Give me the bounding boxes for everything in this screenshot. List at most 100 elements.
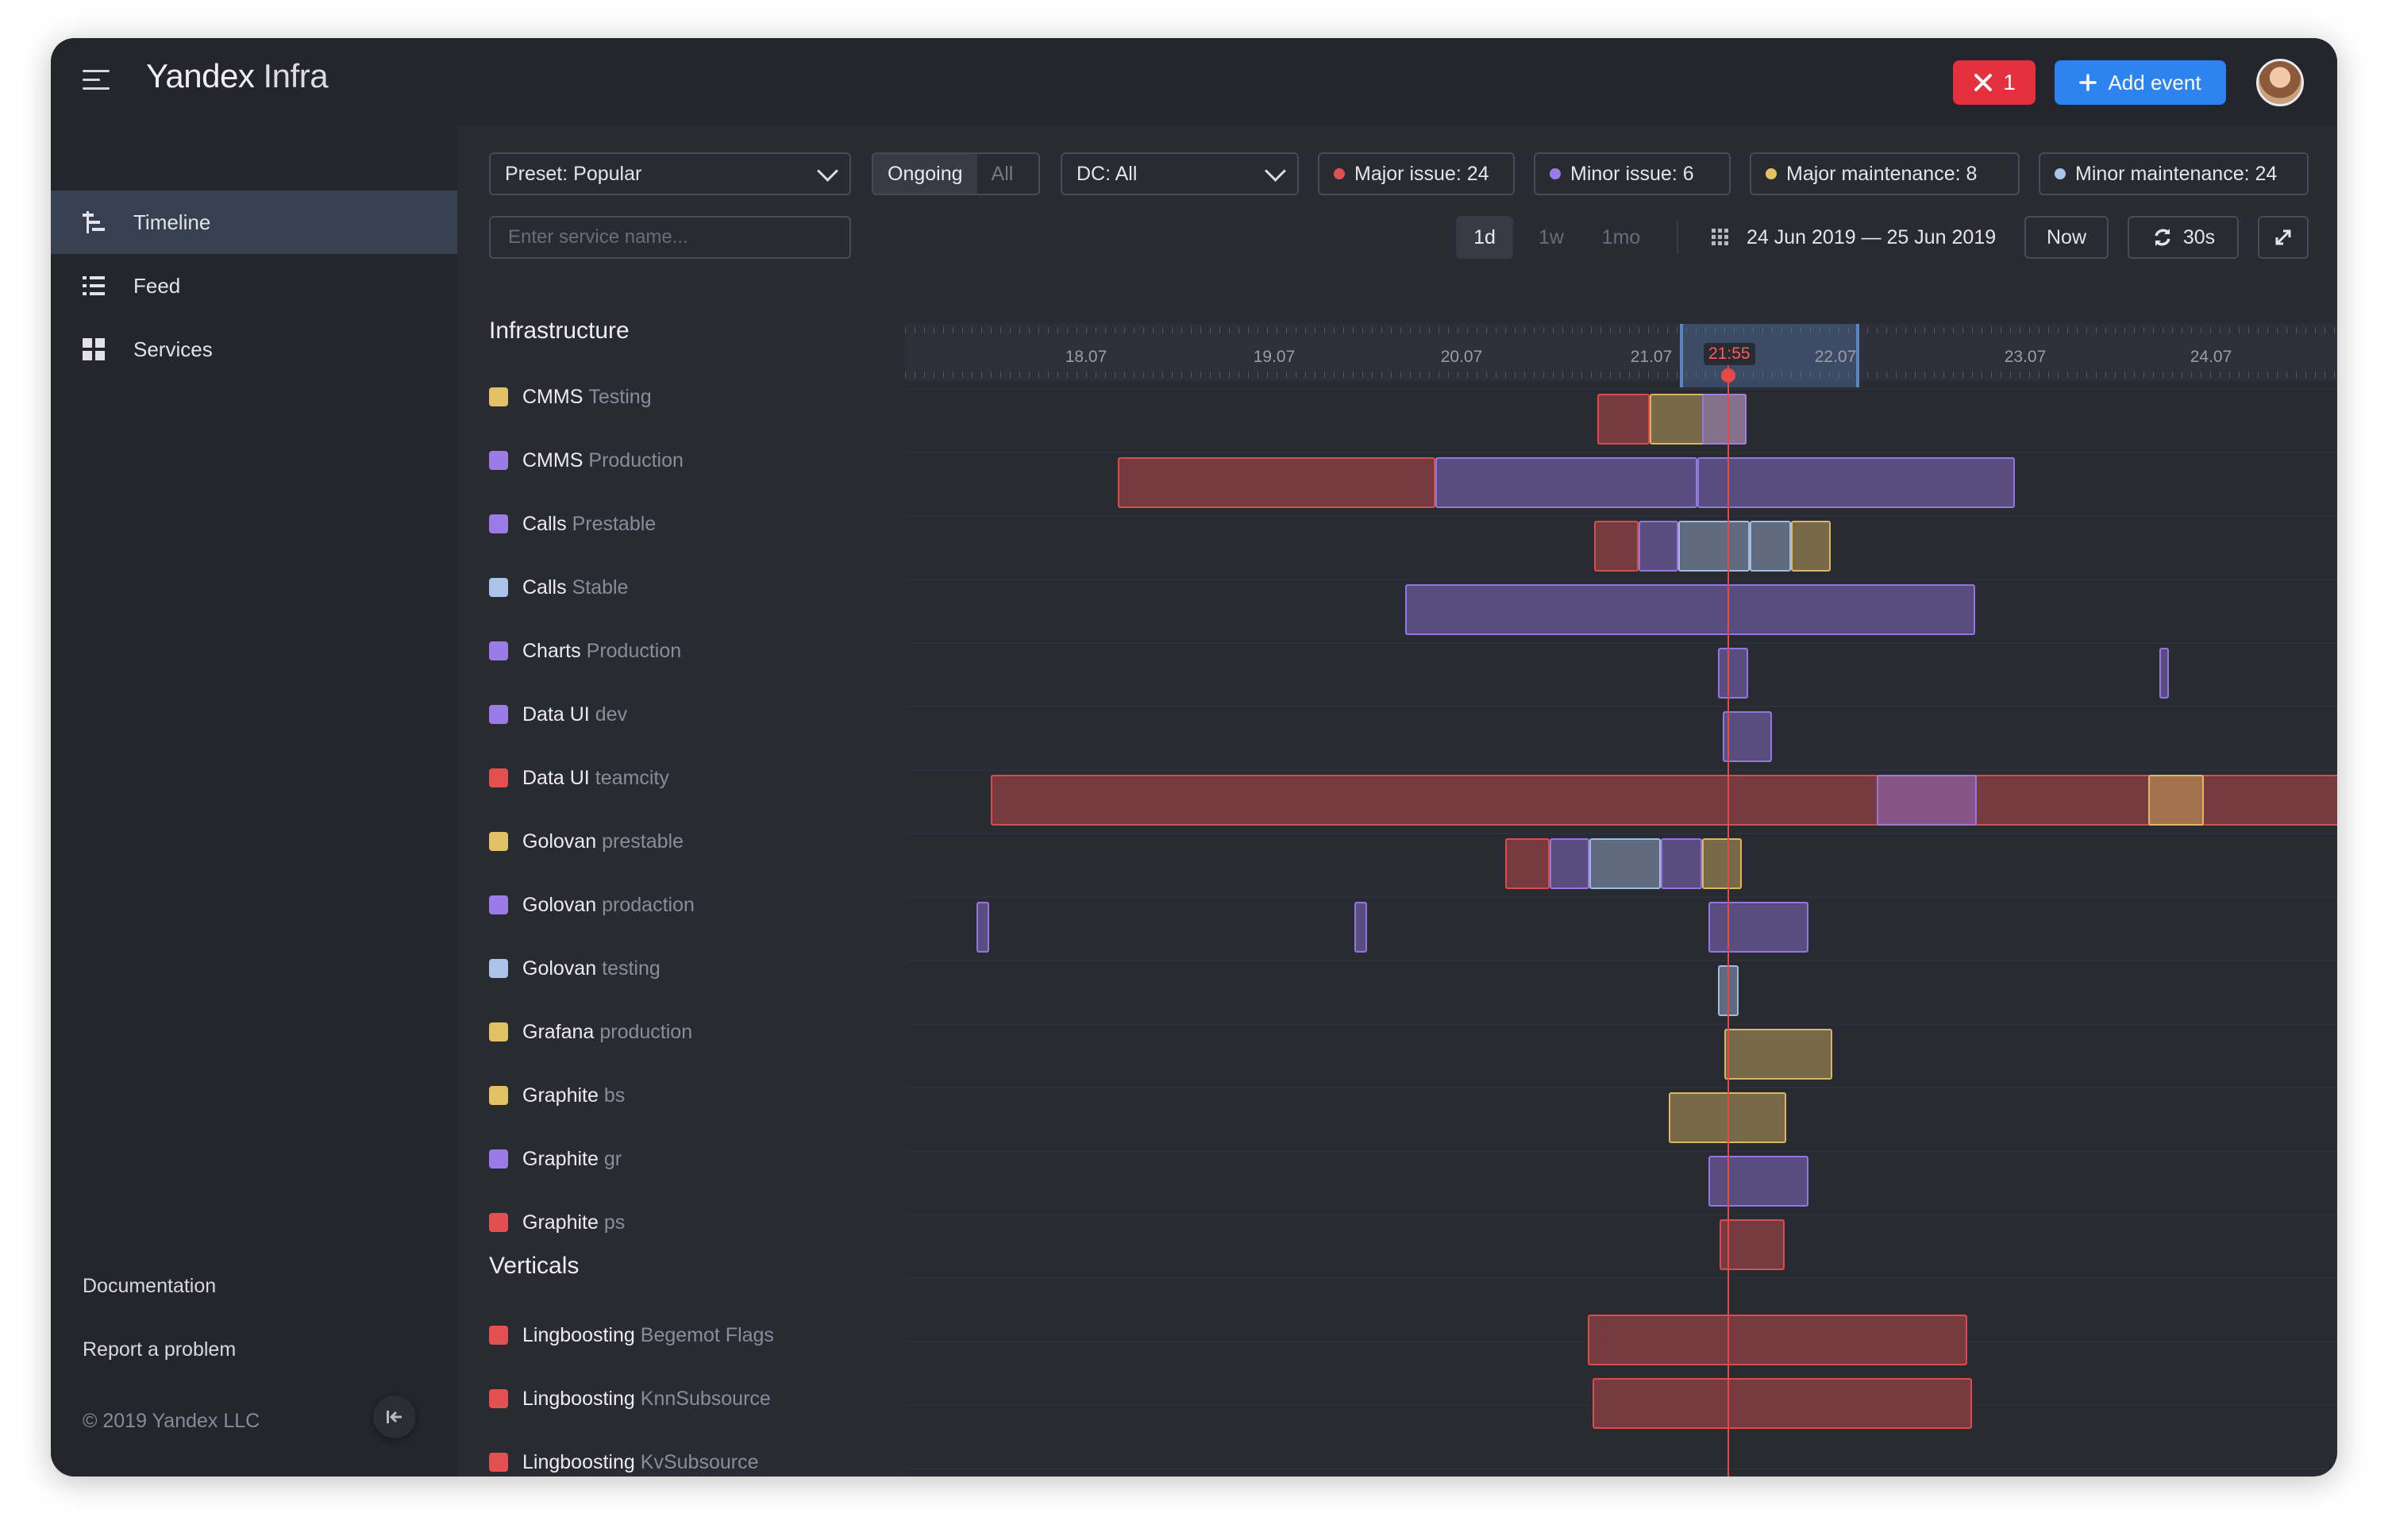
ruler-tick: [2277, 327, 2278, 333]
all-option[interactable]: All: [977, 154, 1028, 194]
event-bar-minor-maintenance[interactable]: [1678, 521, 1750, 572]
date-range-picker[interactable]: 24 Jun 2019 — 25 Jun 2019: [1710, 216, 1996, 259]
event-bar-major-issue[interactable]: [991, 775, 2337, 826]
scale-1d-button[interactable]: 1d: [1456, 216, 1513, 259]
event-bar-minor-issue[interactable]: [1639, 521, 1678, 572]
major-maintenance-filter[interactable]: Major maintenance: 8: [1750, 152, 2020, 195]
ruler-tick: [1905, 372, 1906, 378]
dc-select[interactable]: DC: All: [1061, 152, 1299, 195]
event-bar-minor-issue[interactable]: [1877, 775, 1977, 826]
service-row-label[interactable]: Calls Stable: [489, 572, 628, 603]
user-avatar[interactable]: [2256, 59, 2304, 106]
service-search-input[interactable]: [489, 216, 851, 259]
event-bar-minor-issue[interactable]: [1354, 902, 1367, 953]
refresh-button[interactable]: 30s: [2128, 216, 2239, 259]
logo-brand: Yandex: [146, 57, 255, 94]
event-bar-major-maintenance[interactable]: [1702, 838, 1742, 889]
fullscreen-button[interactable]: [2258, 216, 2309, 259]
ruler-tick: [1467, 372, 1468, 378]
minor-issue-filter[interactable]: Minor issue: 6: [1534, 152, 1731, 195]
service-row-label[interactable]: Golovan prodaction: [489, 889, 695, 921]
event-bar-minor-issue[interactable]: [1405, 584, 1975, 635]
ruler-tick: [1229, 327, 1230, 333]
service-name: Graphite: [522, 1084, 599, 1107]
ongoing-option[interactable]: Ongoing: [873, 154, 977, 194]
app-logo[interactable]: Yandex Infra: [146, 57, 329, 95]
service-row-label[interactable]: Lingboosting KnnSubsource: [489, 1383, 771, 1415]
menu-icon[interactable]: [83, 70, 110, 94]
ruler-tick: [962, 372, 963, 378]
service-row-label[interactable]: Data UI dev: [489, 699, 627, 730]
event-bar-minor-issue[interactable]: [976, 902, 989, 953]
now-button[interactable]: Now: [2024, 216, 2109, 259]
ruler-tick: [1324, 327, 1325, 333]
service-row-label[interactable]: Grafana production: [489, 1016, 692, 1048]
sidebar-item-services[interactable]: Services: [51, 318, 457, 381]
service-row-label[interactable]: Calls Prestable: [489, 508, 656, 540]
service-row-label[interactable]: Graphite gr: [489, 1143, 622, 1175]
event-bar-minor-issue[interactable]: [1697, 457, 2015, 508]
service-row-label[interactable]: Lingboosting KvSubsource: [489, 1446, 759, 1476]
sidebar-item-timeline[interactable]: Timeline: [51, 191, 457, 254]
event-bar-major-issue[interactable]: [1594, 521, 1639, 572]
ruler-tick: [2010, 372, 2011, 378]
service-row-label[interactable]: CMMS Testing: [489, 381, 652, 413]
event-bar-minor-issue[interactable]: [2159, 648, 2169, 699]
event-bar-minor-issue[interactable]: [1702, 394, 1747, 445]
event-bar-major-issue[interactable]: [1118, 457, 1435, 508]
collapse-sidebar-button[interactable]: [373, 1396, 416, 1438]
service-row-label[interactable]: Graphite bs: [489, 1080, 625, 1111]
service-color-swatch: [489, 1326, 508, 1345]
ruler-tick: [943, 327, 944, 333]
service-row-label[interactable]: Golovan testing: [489, 953, 661, 984]
event-bar-minor-issue[interactable]: [1723, 711, 1772, 762]
event-bar-major-issue[interactable]: [1588, 1315, 1967, 1365]
service-environment: bs: [603, 1084, 626, 1107]
event-bar-minor-maintenance[interactable]: [1589, 838, 1661, 889]
service-row-label[interactable]: Lingboosting Begemot Flags: [489, 1319, 774, 1351]
add-event-button[interactable]: Add event: [2055, 60, 2226, 105]
ruler-tick: [1029, 372, 1030, 378]
ruler-tick: [1229, 372, 1230, 378]
event-bar-major-issue[interactable]: [1720, 1219, 1785, 1270]
scale-1mo-button[interactable]: 1mo: [1588, 216, 1654, 259]
service-row-label[interactable]: Data UI teamcity: [489, 762, 669, 794]
documentation-link[interactable]: Documentation: [83, 1275, 216, 1298]
event-bar-minor-issue[interactable]: [1550, 838, 1589, 889]
service-row-label[interactable]: CMMS Production: [489, 445, 684, 476]
ruler-tick: [2239, 327, 2240, 333]
event-bar-minor-maintenance[interactable]: [1750, 521, 1791, 572]
ruler-tick: [2115, 372, 2116, 378]
service-color-swatch: [489, 895, 508, 914]
ruler-tick: [962, 327, 963, 333]
ruler-tick: [1086, 372, 1087, 378]
major-issue-filter[interactable]: Major issue: 24: [1318, 152, 1515, 195]
ruler-tick: [1877, 327, 1878, 333]
event-bar-minor-issue[interactable]: [1718, 648, 1748, 699]
service-row-label[interactable]: Graphite ps: [489, 1207, 625, 1238]
event-bar-major-maintenance[interactable]: [1724, 1029, 1832, 1080]
overview-tick-label: 18.07: [1065, 348, 1107, 366]
minor-maintenance-filter[interactable]: Minor maintenance: 24: [2039, 152, 2309, 195]
event-bar-minor-issue[interactable]: [1661, 838, 1702, 889]
expand-icon: [2275, 229, 2291, 245]
event-bar-major-issue[interactable]: [1593, 1378, 1972, 1429]
ruler-tick: [2086, 372, 2087, 378]
event-bar-major-maintenance[interactable]: [1791, 521, 1831, 572]
sidebar-item-feed[interactable]: Feed: [51, 254, 457, 318]
preset-select[interactable]: Preset: Popular: [489, 152, 851, 195]
event-bar-minor-issue[interactable]: [1708, 902, 1808, 953]
report-problem-link[interactable]: Report a problem: [83, 1338, 236, 1361]
event-bar-major-issue[interactable]: [1505, 838, 1550, 889]
ruler-tick: [1219, 327, 1220, 333]
service-row-label[interactable]: Charts Production: [489, 635, 681, 667]
event-bar-major-maintenance[interactable]: [2148, 775, 2204, 826]
alerts-button[interactable]: 1: [1953, 60, 2036, 105]
ruler-tick: [1610, 372, 1611, 378]
event-bar-major-issue[interactable]: [1597, 394, 1650, 445]
scale-1w-button[interactable]: 1w: [1527, 216, 1575, 259]
ruler-tick: [1915, 327, 1916, 333]
service-row-label[interactable]: Golovan prestable: [489, 826, 684, 857]
event-bar-minor-issue[interactable]: [1435, 457, 1697, 508]
event-bar-minor-issue[interactable]: [1708, 1156, 1808, 1207]
